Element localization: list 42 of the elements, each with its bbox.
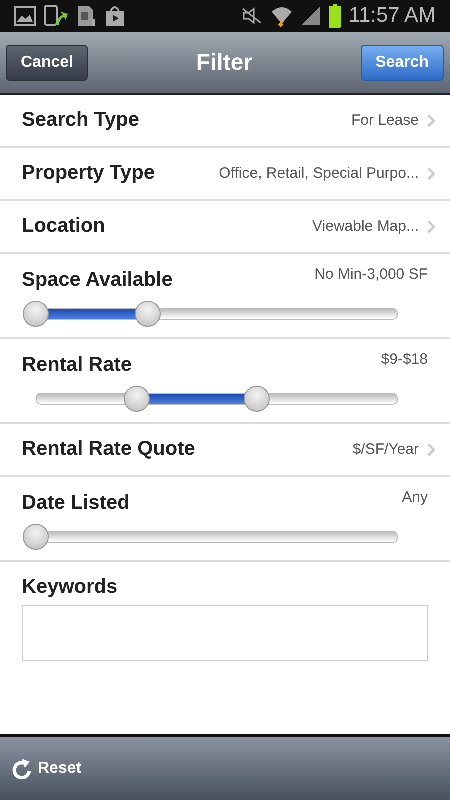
chevron-icon bbox=[427, 442, 436, 456]
row-label: Space Available bbox=[22, 269, 173, 292]
status-time: 11:57 AM bbox=[348, 4, 436, 28]
slider-thumb[interactable] bbox=[23, 301, 49, 327]
row-label: Search Type bbox=[22, 109, 140, 132]
row-label: Date Listed bbox=[22, 492, 130, 515]
row-value: No Min-3,000 SF bbox=[314, 266, 428, 283]
filter-row[interactable]: Property Type Office, Retail, Special Purpo... bbox=[0, 148, 450, 201]
filter-row[interactable]: Search Type For Lease bbox=[0, 95, 450, 148]
chevron-icon bbox=[427, 166, 436, 180]
row-value: Any bbox=[402, 489, 428, 506]
row-label: Rental Rate bbox=[22, 354, 132, 377]
row-label: Rental Rate Quote bbox=[22, 438, 196, 461]
wifi-icon bbox=[270, 5, 293, 27]
cancel-button[interactable]: Cancel bbox=[6, 44, 88, 80]
row-label: Location bbox=[22, 215, 106, 238]
sd-card-icon bbox=[76, 5, 96, 27]
keywords-field[interactable] bbox=[22, 605, 428, 661]
play-store-icon bbox=[104, 5, 126, 27]
phone-upload-icon bbox=[44, 5, 68, 27]
image-icon bbox=[14, 6, 36, 26]
signal-icon bbox=[300, 6, 321, 26]
slider-thumb[interactable] bbox=[244, 386, 270, 412]
row-label: Keywords bbox=[22, 576, 119, 599]
row-value: For Lease bbox=[351, 112, 419, 129]
mute-icon bbox=[240, 7, 263, 25]
row-value: Office, Retail, Special Purpo... bbox=[219, 165, 419, 182]
row-value: Viewable Map... bbox=[312, 218, 419, 235]
battery-icon bbox=[328, 4, 341, 28]
slider-thumb[interactable] bbox=[124, 386, 150, 412]
slider-thumb[interactable] bbox=[23, 524, 49, 550]
row-value: $9-$18 bbox=[381, 351, 428, 368]
chevron-icon bbox=[427, 220, 436, 234]
refresh-icon bbox=[12, 758, 32, 780]
slider-thumb[interactable] bbox=[135, 301, 162, 327]
row-value: $/SF/Year bbox=[352, 441, 419, 458]
chevron-icon bbox=[427, 114, 436, 128]
row-label: Property Type bbox=[22, 162, 155, 185]
reset-button[interactable]: Reset bbox=[8, 754, 86, 784]
screen-title: Filter bbox=[196, 49, 253, 76]
filter-row[interactable]: Location Viewable Map... bbox=[0, 201, 450, 254]
filter-row[interactable]: Rental Rate Quote $/SF/Year bbox=[0, 424, 450, 477]
